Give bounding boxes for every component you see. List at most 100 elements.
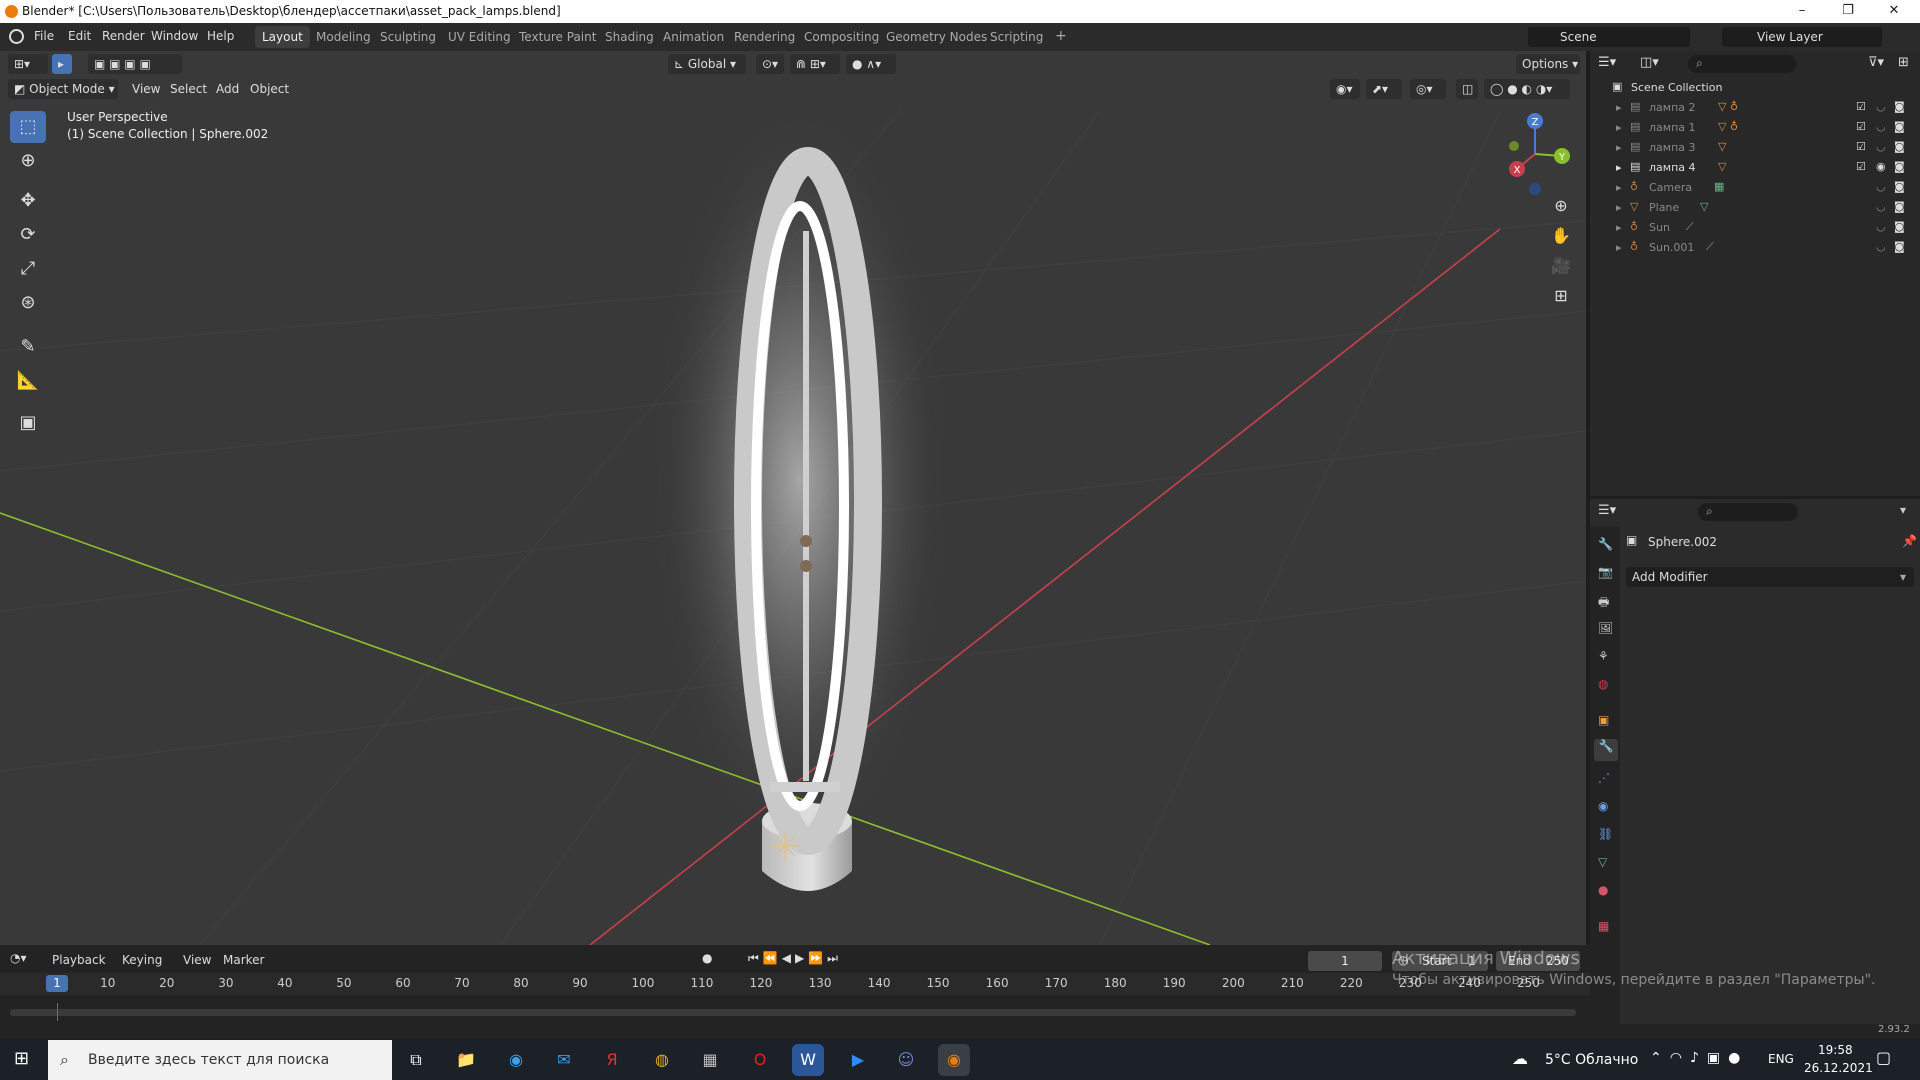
move-tool-icon[interactable]: ✥ bbox=[10, 185, 46, 217]
notifications-icon[interactable]: ▢ bbox=[1876, 1048, 1891, 1067]
edge-browser-icon[interactable]: ◉ bbox=[500, 1044, 532, 1076]
word-icon[interactable]: W bbox=[792, 1044, 824, 1076]
language-indicator[interactable]: ENG bbox=[1768, 1052, 1794, 1066]
xray-toggle-icon[interactable]: ◫ bbox=[1456, 79, 1478, 99]
new-collection-icon[interactable]: ⊞ bbox=[1898, 55, 1909, 70]
minimize-button[interactable]: – bbox=[1780, 1, 1824, 21]
hide-toggle-icon[interactable]: ◡ bbox=[1876, 200, 1886, 213]
tab-layout[interactable]: Layout bbox=[255, 26, 310, 48]
constraints-tab-icon[interactable]: ⛓ bbox=[1598, 827, 1613, 841]
taskbar-search-box[interactable]: ⌕ Введите здесь текст для поиска bbox=[48, 1040, 392, 1080]
outliner-item[interactable]: ▸ ♁ Sun ⟋ ◡ ◙ bbox=[1590, 218, 1920, 238]
tab-animation[interactable]: Animation bbox=[656, 26, 731, 48]
pan-hand-icon[interactable]: ✋ bbox=[1548, 223, 1574, 249]
physics-tab-icon[interactable]: ◉ bbox=[1598, 799, 1608, 813]
hide-toggle-icon[interactable]: ◡ bbox=[1876, 100, 1886, 113]
pivot-point-icon[interactable]: ⊙▾ bbox=[756, 54, 784, 74]
close-button[interactable]: ✕ bbox=[1872, 1, 1916, 21]
menu-playback[interactable]: Playback bbox=[52, 953, 106, 967]
render-toggle-icon[interactable]: ◙ bbox=[1894, 220, 1905, 233]
visibility-filter-icon[interactable]: ◉▾ bbox=[1330, 79, 1360, 99]
menu-view[interactable]: View bbox=[126, 79, 166, 99]
task-view-icon[interactable]: ⧉ bbox=[400, 1044, 432, 1076]
timeline-scrollbar[interactable] bbox=[10, 1009, 1576, 1016]
gizmo-toggle-icon[interactable]: ⬈▾ bbox=[1366, 79, 1402, 99]
menu-view[interactable]: View bbox=[183, 953, 211, 967]
tab-compositing[interactable]: Compositing bbox=[797, 26, 886, 48]
texture-tab-icon[interactable]: ▦ bbox=[1598, 919, 1609, 933]
render-tab-icon[interactable]: 📷 bbox=[1598, 565, 1613, 579]
material-tab-icon[interactable]: ● bbox=[1598, 883, 1608, 897]
scale-tool-icon[interactable]: ⤢ bbox=[10, 253, 46, 285]
tab-sculpting[interactable]: Sculpting bbox=[373, 26, 443, 48]
world-tab-icon[interactable]: ◍ bbox=[1598, 677, 1608, 691]
render-toggle-icon[interactable]: ◙ bbox=[1894, 100, 1905, 113]
zoom-icon[interactable]: ⊕ bbox=[1548, 193, 1574, 219]
grid-view-icon[interactable]: ⊞ bbox=[1548, 283, 1574, 309]
blender-menu-icon[interactable] bbox=[9, 29, 24, 44]
tab-shading[interactable]: Shading bbox=[598, 26, 661, 48]
tab-scripting[interactable]: Scripting bbox=[983, 26, 1050, 48]
properties-search-input[interactable]: ⌕ bbox=[1698, 503, 1798, 521]
exclude-checkbox[interactable]: ☑ bbox=[1856, 100, 1866, 113]
data-tab-icon[interactable]: ▽ bbox=[1598, 855, 1607, 869]
view-layer-tab-icon[interactable]: 🖼 bbox=[1598, 621, 1613, 635]
outliner-item[interactable]: ▸ ♁ Camera ▦ ◡ ◙ bbox=[1590, 178, 1920, 198]
pin-icon[interactable]: 📌 bbox=[1902, 534, 1917, 548]
blender-taskbar-icon[interactable]: ◉ bbox=[938, 1044, 970, 1076]
add-cube-tool-icon[interactable]: ▣ bbox=[10, 407, 46, 439]
add-workspace-icon[interactable]: + bbox=[1048, 26, 1074, 48]
transform-orientation-dropdown[interactable]: ⊾ Global ▾ bbox=[668, 54, 746, 74]
overlay-toggle-icon[interactable]: ◎▾ bbox=[1410, 79, 1446, 99]
opera-icon[interactable]: O bbox=[744, 1044, 776, 1076]
exclude-checkbox[interactable]: ☑ bbox=[1856, 140, 1866, 153]
outliner-item[interactable]: ▸ ▽ Plane ▽ ◡ ◙ bbox=[1590, 198, 1920, 218]
view-layer-selector[interactable]: View Layer bbox=[1722, 27, 1882, 47]
outliner-item[interactable]: ▸ ♁ Sun.001 ⟋ ◡ ◙ bbox=[1590, 238, 1920, 258]
windows-start-icon[interactable]: ⊞ bbox=[14, 1049, 34, 1069]
clock-date[interactable]: 26.12.2021 bbox=[1804, 1061, 1873, 1075]
render-toggle-icon[interactable]: ◙ bbox=[1894, 160, 1905, 173]
playhead-marker[interactable]: 1 bbox=[46, 975, 68, 992]
modifier-tab-icon[interactable]: 🔧 bbox=[1594, 739, 1618, 761]
exclude-checkbox[interactable]: ☑ bbox=[1856, 120, 1866, 133]
record-icon[interactable]: ● bbox=[702, 951, 712, 965]
weather-label[interactable]: 5°C Облачно bbox=[1545, 1052, 1638, 1068]
system-tray-icons[interactable]: ⌃◠♪▣● bbox=[1650, 1050, 1748, 1066]
shading-mode-buttons[interactable]: ◯ ● ◐ ◑▾ bbox=[1484, 79, 1570, 99]
menu-select[interactable]: Select bbox=[164, 79, 213, 99]
tab-rendering[interactable]: Rendering bbox=[727, 26, 802, 48]
particles-tab-icon[interactable]: ⋰ bbox=[1598, 771, 1610, 785]
annotate-tool-icon[interactable]: ✎ bbox=[10, 331, 46, 363]
hide-toggle-icon[interactable]: ◡ bbox=[1876, 120, 1886, 133]
tab-uv-editing[interactable]: UV Editing bbox=[441, 26, 518, 48]
maximize-button[interactable]: ❐ bbox=[1826, 1, 1870, 21]
chrome-icon[interactable]: ◍ bbox=[646, 1044, 678, 1076]
editor-type-button[interactable]: ⊞▾ bbox=[8, 54, 48, 74]
select-tool-icon[interactable]: ⬚ bbox=[10, 111, 46, 143]
selection-mode-buttons[interactable]: ▣ ▣ ▣ ▣ bbox=[88, 54, 182, 74]
menu-help[interactable]: Help bbox=[207, 29, 234, 43]
mail-icon[interactable]: ✉ bbox=[548, 1044, 580, 1076]
hide-toggle-icon[interactable]: ◡ bbox=[1876, 140, 1886, 153]
filter-icon[interactable]: ⊽▾ bbox=[1868, 55, 1884, 70]
outliner-item[interactable]: ▸ ▤ лампа 1 ▽ ♁ ☑ ◡ ◙ bbox=[1590, 118, 1920, 138]
render-toggle-icon[interactable]: ◙ bbox=[1894, 180, 1905, 193]
exclude-checkbox[interactable]: ☑ bbox=[1856, 160, 1866, 173]
hide-toggle-icon[interactable]: ◡ bbox=[1876, 220, 1886, 233]
calculator-icon[interactable]: ▦ bbox=[694, 1044, 726, 1076]
cursor-tool-icon[interactable]: ⊕ bbox=[10, 145, 46, 177]
mode-dropdown[interactable]: ◩ Object Mode ▾ bbox=[8, 79, 118, 99]
scene-selector[interactable]: Scene bbox=[1528, 27, 1690, 47]
properties-editor-type-icon[interactable]: ☰▾ bbox=[1598, 503, 1616, 518]
zoom-app-icon[interactable]: ▶ bbox=[842, 1044, 874, 1076]
timeline-editor-type-icon[interactable]: ◔▾ bbox=[10, 951, 27, 965]
tab-modeling[interactable]: Modeling bbox=[309, 26, 378, 48]
panel-options-icon[interactable]: ▾ bbox=[1900, 503, 1906, 517]
3d-viewport[interactable]: ⊞▾ ▸ ▣ ▣ ▣ ▣ ⊾ Global ▾ ⊙▾ ⋒ ⊞▾ ● ∧▾ Opt… bbox=[0, 51, 1586, 945]
menu-file[interactable]: File bbox=[34, 29, 54, 43]
menu-marker[interactable]: Marker bbox=[223, 953, 264, 967]
hide-toggle-icon[interactable]: ◡ bbox=[1876, 180, 1886, 193]
outliner-item[interactable]: ▸ ▤ лампа 3 ▽ ☑ ◡ ◙ bbox=[1590, 138, 1920, 158]
object-tab-icon[interactable]: ▣ bbox=[1598, 713, 1609, 727]
